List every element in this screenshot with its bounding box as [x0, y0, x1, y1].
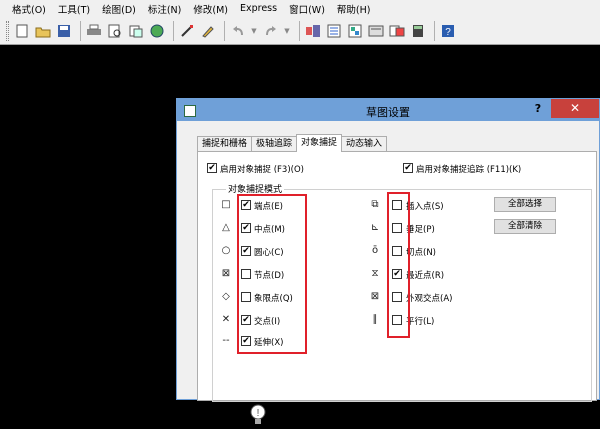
perpendicular-icon: ⊾ [370, 222, 380, 233]
midpoint-icon: △ [222, 222, 230, 233]
hint-line-1: 执行命令时在对象捕捉点上暂停可从该点追踪，当移动光标时 [274, 405, 504, 415]
menu-dimension[interactable]: 标注(N) [142, 2, 188, 16]
toolbar-separator [80, 20, 81, 41]
insertion-icon: ⧉ [371, 199, 379, 210]
open-icon[interactable] [34, 22, 52, 40]
menu-help[interactable]: 帮助(H) [331, 2, 377, 16]
tangent-icon: ō [371, 245, 379, 256]
tab-snap-grid[interactable]: 捕捉和栅格 [197, 136, 253, 152]
toolpalette-icon[interactable] [367, 22, 385, 40]
toolbar-separator [434, 20, 435, 41]
toolbar-separator [173, 20, 174, 41]
highlight-box-right [387, 192, 410, 338]
tab-polar-tracking[interactable]: 极轴追踪 [251, 136, 298, 152]
menu-express[interactable]: Express [234, 3, 283, 14]
paint-icon[interactable] [199, 22, 217, 40]
menu-tools[interactable]: 工具(T) [52, 2, 96, 16]
plot-icon[interactable] [148, 22, 166, 40]
drafting-settings-dialog: 草图设置 ? ✕ 捕捉和栅格 极轴追踪 对象捕捉 动态输入 ✔ 启用对象捕捉 (… [176, 98, 600, 426]
properties-icon[interactable] [325, 22, 343, 40]
perpendicular-label: 垂足(P) [406, 225, 435, 235]
cut-icon[interactable] [178, 22, 196, 40]
calculator-icon[interactable] [409, 22, 427, 40]
hint-line-2: 会出现追踪矢量，在该点再次暂停可停止追踪。 [274, 416, 453, 426]
apparent-intersection-label: 外观交点(A) [406, 294, 453, 304]
sheetset-icon[interactable] [388, 22, 406, 40]
quadrant-icon: ◇ [222, 291, 230, 302]
pan-icon[interactable] [304, 22, 322, 40]
new-icon[interactable] [13, 22, 31, 40]
lightbulb-icon: ! [249, 404, 267, 426]
enable-osnap-label: 启用对象捕捉 (F3)(O) [220, 165, 304, 175]
node-icon: ⊠ [221, 268, 231, 279]
undo-dropdown-icon[interactable]: ▼ [250, 22, 258, 40]
close-button[interactable]: ✕ [551, 99, 599, 118]
help-button[interactable]: ? [531, 102, 545, 116]
preview-icon[interactable] [106, 22, 124, 40]
menu-modify[interactable]: 修改(M) [187, 2, 234, 16]
redo-icon[interactable] [262, 22, 280, 40]
nearest-icon: ⧖ [371, 268, 379, 279]
print-icon[interactable] [85, 22, 103, 40]
menu-draw[interactable]: 绘图(D) [96, 2, 142, 16]
parallel-label: 平行(L) [406, 317, 435, 327]
endpoint-icon: □ [221, 199, 231, 210]
toolbar-grip[interactable] [6, 20, 9, 41]
menu-window[interactable]: 窗口(W) [283, 2, 331, 16]
enable-tracking-checkbox[interactable]: ✔ [403, 163, 413, 173]
center-icon: ○ [221, 245, 231, 256]
toolbar-separator [299, 20, 300, 41]
help-icon[interactable]: ? [439, 22, 457, 40]
select-all-button[interactable]: 全部选择 [494, 197, 556, 212]
hint-text: 执行命令时在对象捕捉点上暂停可从该点追踪，当移动光标时 会出现追踪矢量，在该点再… [274, 405, 574, 427]
nearest-label: 最近点(R) [406, 271, 445, 281]
svg-text:!: ! [257, 408, 260, 419]
insertion-label: 插入点(S) [406, 202, 444, 212]
apparent-intersection-icon: ⊠ [370, 291, 380, 302]
save-icon[interactable] [55, 22, 73, 40]
toolbar-separator [224, 20, 225, 41]
tab-strip: 捕捉和栅格 极轴追踪 对象捕捉 动态输入 [197, 134, 388, 152]
svg-text:?: ? [445, 27, 451, 38]
publish-icon[interactable] [127, 22, 145, 40]
redo-dropdown-icon[interactable]: ▼ [283, 22, 291, 40]
enable-tracking-label: 启用对象捕捉追踪 (F11)(K) [416, 165, 522, 175]
standard-toolbar: ▼ ▼ ? [0, 17, 600, 45]
highlight-box-left [237, 194, 307, 354]
enable-osnap-checkbox[interactable]: ✔ [207, 163, 217, 173]
tangent-label: 切点(N) [406, 248, 436, 258]
designcenter-icon[interactable] [346, 22, 364, 40]
tab-object-snap[interactable]: 对象捕捉 [296, 134, 343, 152]
tab-dynamic-input[interactable]: 动态输入 [341, 136, 388, 152]
menu-bar: 格式(O) 工具(T) 绘图(D) 标注(N) 修改(M) Express 窗口… [0, 0, 600, 17]
undo-icon[interactable] [229, 22, 247, 40]
object-snap-panel: ✔ 启用对象捕捉 (F3)(O) ✔ 启用对象捕捉追踪 (F11)(K) 对象捕… [197, 151, 597, 426]
clear-all-button[interactable]: 全部清除 [494, 219, 556, 234]
dialog-titlebar[interactable]: 草图设置 ? ✕ [177, 99, 599, 121]
menu-format[interactable]: 格式(O) [0, 2, 52, 16]
parallel-icon: ∥ [372, 314, 378, 325]
intersection-icon: ✕ [221, 314, 231, 325]
extension-icon: -- [222, 335, 230, 346]
